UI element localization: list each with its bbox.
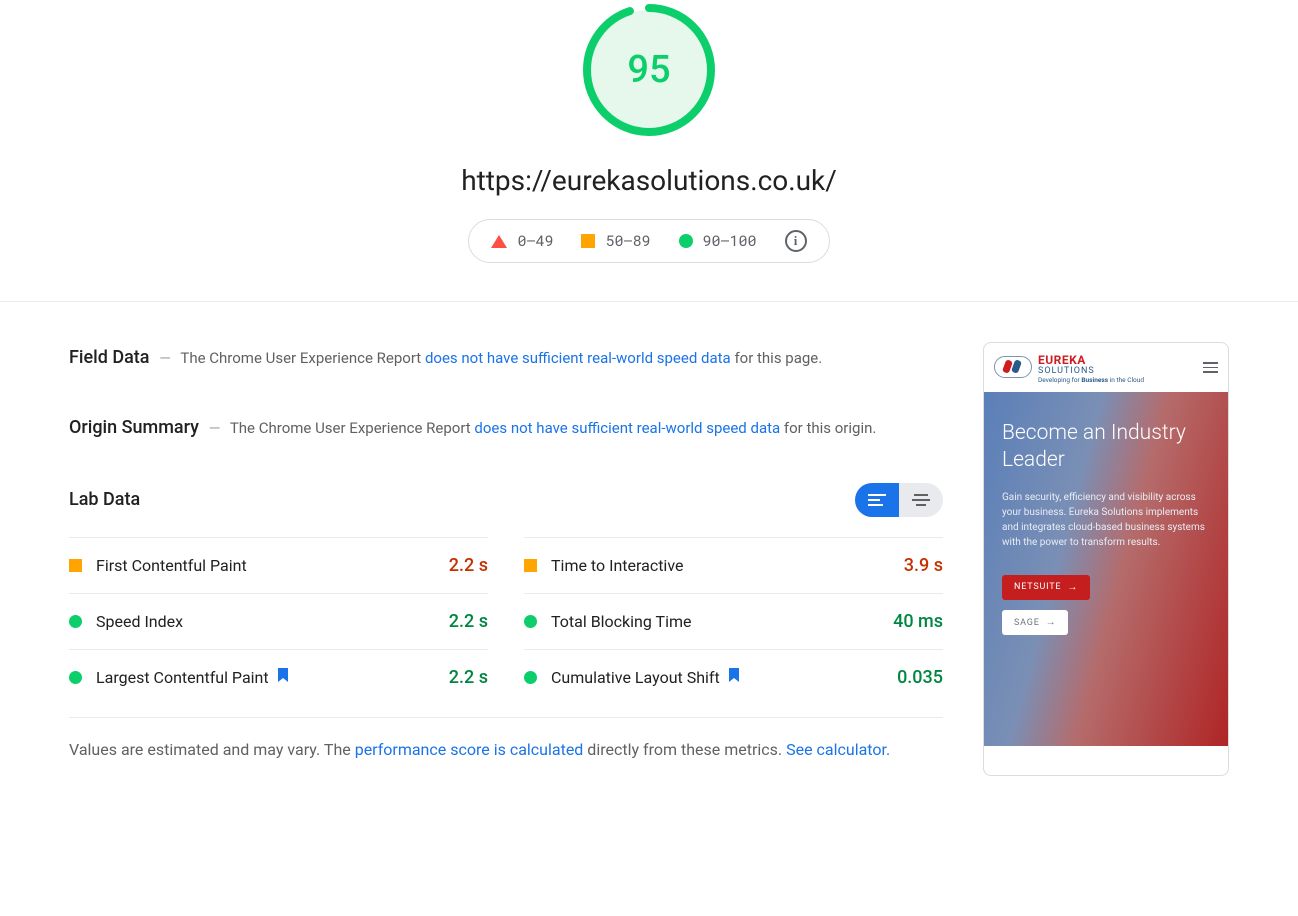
dash-separator: —	[209, 419, 221, 437]
view-toggle-compact[interactable]	[899, 483, 943, 517]
metric-tbt[interactable]: Total Blocking Time 40 ms	[524, 593, 943, 649]
view-toggle	[855, 483, 943, 517]
legend-mid-range: 50–89	[605, 231, 650, 251]
field-data-section: Field Data — The Chrome User Experience …	[69, 342, 943, 374]
circle-green-icon	[69, 615, 82, 628]
metric-tti-value: 3.9 s	[904, 555, 943, 576]
metric-cls-value: 0.035	[897, 667, 943, 688]
score-legend: 0–49 50–89 90–100 i	[468, 219, 829, 263]
thumb-brand-eureka: EUREKA	[1038, 351, 1144, 367]
metric-cls-label: Cumulative Layout Shift	[551, 668, 720, 687]
bookmark-icon	[277, 668, 289, 682]
footnote-link-calculated[interactable]: performance score is calculated	[355, 740, 584, 759]
thumb-hero: Become an Industry Leader Gain security,…	[984, 392, 1228, 746]
metric-tbt-label: Total Blocking Time	[551, 612, 879, 631]
info-icon[interactable]: i	[785, 230, 807, 252]
align-center-icon	[911, 493, 931, 507]
align-left-icon	[867, 493, 887, 507]
legend-poor: 0–49	[491, 231, 553, 251]
legend-good-range: 90–100	[703, 231, 757, 251]
thumb-btn-netsuite: NETSUITE →	[1002, 575, 1090, 600]
legend-poor-range: 0–49	[517, 231, 553, 251]
hamburger-icon	[1203, 362, 1218, 373]
metric-fcp-value: 2.2 s	[449, 555, 488, 576]
metric-lcp-value: 2.2 s	[449, 667, 488, 688]
square-orange-icon	[69, 559, 82, 572]
legend-good: 90–100	[679, 231, 757, 251]
metric-lcp[interactable]: Largest Contentful Paint 2.2 s	[69, 649, 488, 705]
metric-si-label: Speed Index	[96, 612, 435, 631]
field-data-title: Field Data	[69, 347, 150, 368]
origin-summary-link[interactable]: does not have sufficient real-world spee…	[474, 419, 780, 437]
circle-green-icon	[524, 615, 537, 628]
thumb-logo: EUREKA SOLUTIONS Developing for Business…	[994, 351, 1144, 384]
metric-tbt-value: 40 ms	[893, 611, 943, 632]
metric-cls[interactable]: Cumulative Layout Shift 0.035	[524, 649, 943, 705]
footnote-mid: directly from these metrics.	[583, 740, 786, 759]
circle-green-icon	[69, 671, 82, 684]
thumb-brand-solutions: SOLUTIONS	[1038, 367, 1144, 376]
footnote: Values are estimated and may vary. The p…	[69, 717, 943, 763]
thumb-hero-text: Gain security, efficiency and visibility…	[1002, 490, 1210, 550]
legend-mid: 50–89	[581, 231, 650, 251]
thumb-tagline: Developing for Business in the Cloud	[1038, 377, 1144, 384]
triangle-red-icon	[491, 235, 507, 248]
view-toggle-detailed[interactable]	[855, 483, 899, 517]
square-orange-icon	[524, 559, 537, 572]
footnote-pre: Values are estimated and may vary. The	[69, 740, 355, 759]
origin-summary-post: for this origin.	[780, 419, 876, 437]
thumb-header: EUREKA SOLUTIONS Developing for Business…	[984, 343, 1228, 392]
arrow-right-icon: →	[1046, 617, 1057, 628]
circle-green-icon	[679, 234, 693, 248]
lab-data-title: Lab Data	[69, 489, 140, 510]
field-data-pre: The Chrome User Experience Report	[180, 349, 425, 367]
circle-green-icon	[524, 671, 537, 684]
thumb-hero-title: Become an Industry Leader	[1002, 420, 1210, 475]
cloud-icon	[994, 356, 1032, 378]
metrics-grid: First Contentful Paint 2.2 s Time to Int…	[69, 537, 943, 705]
arrow-right-icon: →	[1067, 582, 1078, 593]
square-orange-icon	[581, 234, 595, 248]
page-screenshot-thumbnail[interactable]: EUREKA SOLUTIONS Developing for Business…	[983, 342, 1229, 776]
bookmark-icon	[728, 668, 740, 686]
performance-score-gauge: 95	[579, 0, 719, 140]
field-data-post: for this page.	[731, 349, 823, 367]
thumb-btn-sage: SAGE →	[1002, 610, 1068, 635]
origin-summary-section: Origin Summary — The Chrome User Experie…	[69, 412, 943, 444]
metric-tti-label: Time to Interactive	[551, 556, 890, 575]
footnote-link-calculator[interactable]: See calculator.	[786, 740, 890, 759]
origin-summary-title: Origin Summary	[69, 417, 199, 438]
origin-summary-pre: The Chrome User Experience Report	[230, 419, 475, 437]
performance-score-value: 95	[579, 0, 719, 140]
metric-tti[interactable]: Time to Interactive 3.9 s	[524, 537, 943, 593]
field-data-link[interactable]: does not have sufficient real-world spee…	[425, 349, 731, 367]
metric-si-value: 2.2 s	[449, 611, 488, 632]
metric-lcp-label: Largest Contentful Paint	[96, 668, 269, 687]
metric-si[interactable]: Speed Index 2.2 s	[69, 593, 488, 649]
metric-fcp[interactable]: First Contentful Paint 2.2 s	[69, 537, 488, 593]
metric-fcp-label: First Contentful Paint	[96, 556, 435, 575]
dash-separator: —	[159, 349, 171, 367]
bookmark-icon	[728, 668, 740, 682]
bookmark-icon	[277, 668, 289, 686]
analyzed-url: https://eurekasolutions.co.uk/	[0, 164, 1298, 197]
